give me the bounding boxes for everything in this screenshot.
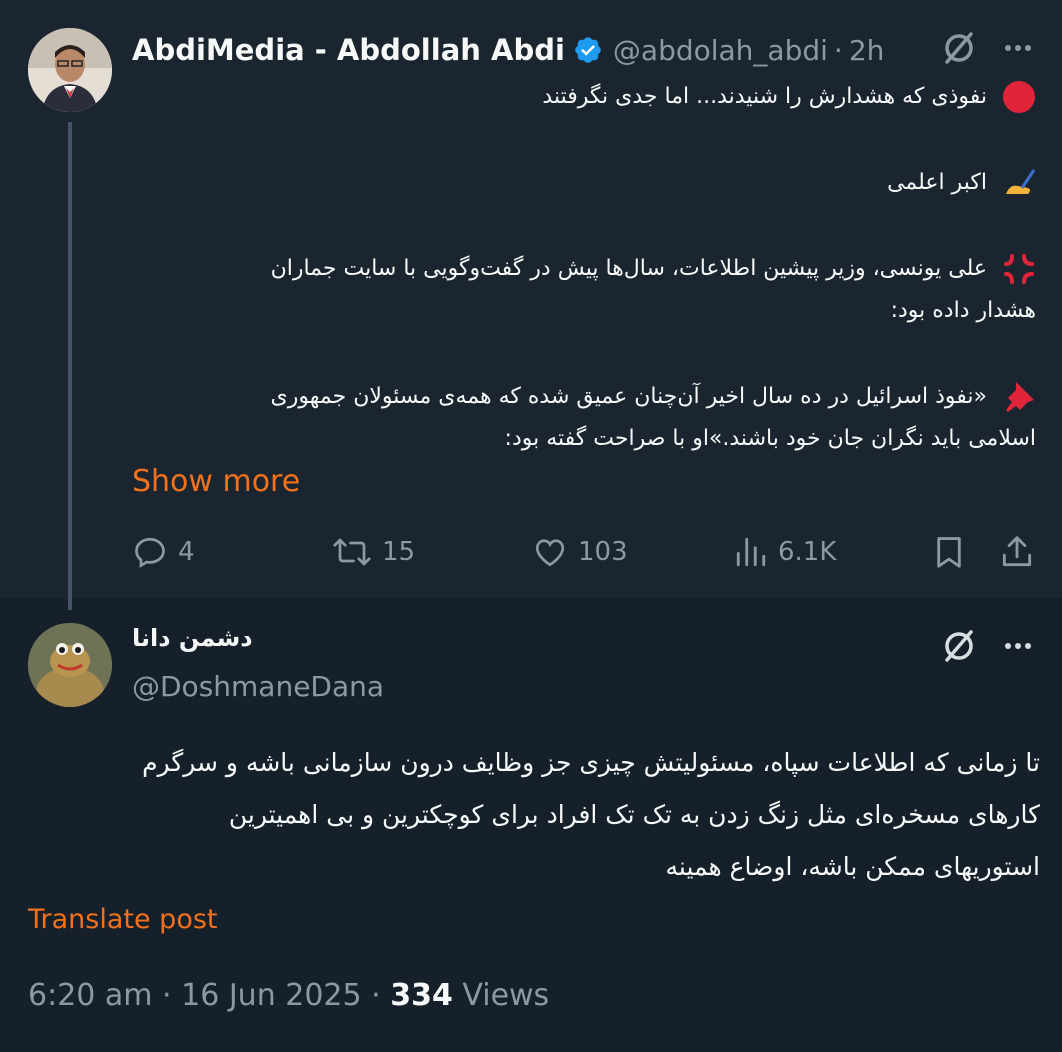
post-text-line: اسلامی باید نگران جان خود باشند.»او با ص… xyxy=(504,426,1036,451)
like-icon xyxy=(535,539,565,567)
show-more-link[interactable]: Show more xyxy=(132,464,300,499)
views-button[interactable]: 6.1K xyxy=(734,530,836,574)
more-icon[interactable] xyxy=(998,28,1038,68)
author-handle[interactable]: @DoshmaneDana xyxy=(132,670,384,703)
post-header: AbdiMedia - Abdollah Abdi @abdolah_abdi … xyxy=(132,30,884,70)
like-count: 103 xyxy=(578,537,628,567)
writing-hand-icon xyxy=(1006,169,1036,194)
more-icon[interactable] xyxy=(998,626,1038,666)
translate-post-link[interactable]: Translate post xyxy=(28,904,218,935)
avatar[interactable] xyxy=(28,623,112,707)
reply-count: 4 xyxy=(178,537,195,567)
views-icon xyxy=(736,537,766,567)
bookmark-icon[interactable] xyxy=(930,533,968,571)
post-metadata: 6:20 am · 16 Jun 2025 · 334 Views xyxy=(28,978,549,1013)
reply-button[interactable]: 4 xyxy=(132,530,195,574)
grok-icon[interactable] xyxy=(939,626,979,666)
post-text-line: اکبر اعلمی xyxy=(156,164,1036,202)
views-count: 334 xyxy=(390,978,453,1013)
post-time[interactable]: 2h xyxy=(849,34,885,67)
post-text-line: علی یونسی، وزیر پیشین اطلاعات، سال‌ها پی… xyxy=(156,250,1036,288)
views-label: Views xyxy=(452,978,550,1013)
separator-dot: · xyxy=(833,33,843,67)
like-button[interactable]: 103 xyxy=(532,530,628,574)
thread-connector-line xyxy=(68,122,72,610)
anger-icon xyxy=(1004,254,1034,284)
grok-icon[interactable] xyxy=(939,28,979,68)
reply-icon xyxy=(135,537,165,568)
repost-button[interactable]: 15 xyxy=(332,530,415,574)
post-text-line: تا زمانی که اطلاعات سپاه، مسئولیتش چیزی … xyxy=(142,748,1040,777)
share-icon[interactable] xyxy=(998,533,1036,571)
repost-icon xyxy=(333,538,371,566)
red-circle-icon xyxy=(1003,81,1035,113)
post-text-line: استوریهای ممکن باشه، اوضاع همینه xyxy=(665,852,1040,881)
verified-badge-icon xyxy=(575,37,601,63)
author-name[interactable]: دشمن دانا xyxy=(132,624,253,652)
post-text-line: هشدار داده بود: xyxy=(890,298,1036,323)
avatar[interactable] xyxy=(28,28,112,112)
repost-count: 15 xyxy=(382,537,416,567)
post-timestamp[interactable]: 6:20 am · 16 Jun 2025 · xyxy=(28,978,390,1013)
author-handle[interactable]: @abdolah_abdi xyxy=(613,34,828,67)
author-name[interactable]: AbdiMedia - Abdollah Abdi xyxy=(132,33,565,67)
post-text-line: کارهای مسخره‌ای مثل زنگ زدن به تک تک افر… xyxy=(228,800,1040,829)
views-count: 6.1K xyxy=(778,537,837,567)
post-text-line: نفوذی که هشدارش را شنیدند... اما جدی نگر… xyxy=(156,78,1036,116)
post-text-line: «نفوذ اسرائیل در ده سال اخیر آن‌چنان عمی… xyxy=(156,378,1036,416)
pushpin-icon xyxy=(1006,382,1034,412)
